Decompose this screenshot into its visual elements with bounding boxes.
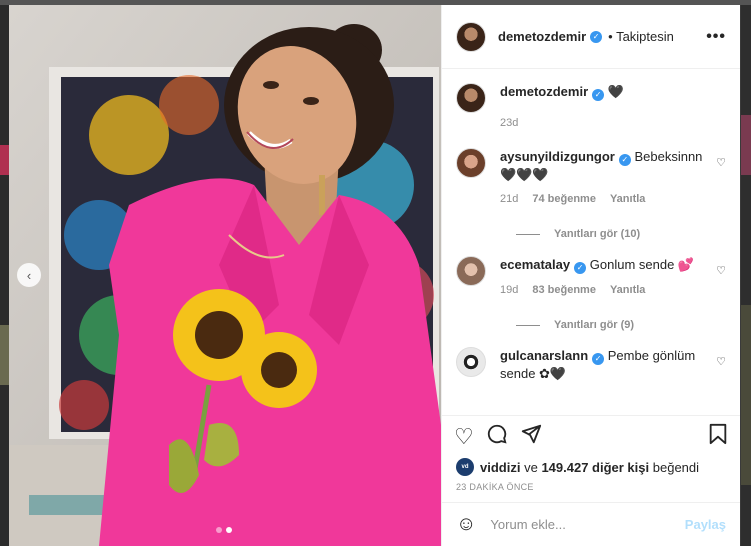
verified-badge-icon: ✓ <box>592 89 605 101</box>
view-replies-button[interactable]: Yanıtları gör (9) <box>516 319 726 331</box>
author-avatar[interactable] <box>456 21 486 52</box>
post-photo[interactable]: ‹ <box>9 5 441 546</box>
author-username[interactable]: demetozdemir <box>498 29 586 44</box>
verified-badge-icon: ✓ <box>574 262 587 274</box>
comment-time[interactable]: 21d <box>500 191 518 208</box>
post-sidebar: demetozdemir ✓ • Takiptesin ••• demetozd… <box>441 5 740 546</box>
comment-username[interactable]: gulcanarslann <box>500 348 588 363</box>
bookmark-save-icon[interactable] <box>708 423 728 451</box>
comment-item: aysunyildizgungor ✓ Bebeksinnn 🖤🖤🖤 21d 74… <box>456 148 726 240</box>
view-replies-button[interactable]: Yanıtları gör (10) <box>516 228 726 240</box>
comment-username[interactable]: aysunyildizgungor <box>500 149 615 164</box>
caption-username[interactable]: demetozdemir <box>500 84 588 99</box>
comment-likes[interactable]: 83 beğenme <box>532 282 596 299</box>
comment-text: Gonlum sende 💕 <box>589 257 695 272</box>
verified-badge-icon: ✓ <box>618 154 631 166</box>
liker-username[interactable]: viddizi <box>480 460 520 475</box>
comment-like-heart-icon[interactable]: ♡ <box>716 355 726 368</box>
caption-time[interactable]: 23d <box>500 115 518 132</box>
carousel-dots <box>216 527 232 533</box>
comment-like-heart-icon[interactable]: ♡ <box>716 264 726 277</box>
add-comment-bar: ☺ Paylaş <box>442 502 740 546</box>
comment-item: ecematalay ✓ Gonlum sende 💕 19d 83 beğenm… <box>456 256 726 331</box>
action-bar: ♡ <box>442 416 740 458</box>
likes-suffix: beğendi <box>652 459 700 475</box>
verified-badge-icon: ✓ <box>592 353 605 365</box>
comment-like-heart-icon[interactable]: ♡ <box>716 156 726 169</box>
comment-username[interactable]: ecematalay <box>500 257 570 272</box>
post-comment-button[interactable]: Paylaş <box>685 517 726 532</box>
comments-list[interactable]: demetozdemir ✓ 🖤 23d aysunyildizgungor ✓ B… <box>442 69 740 416</box>
carousel-dot-active <box>226 527 232 533</box>
liker-avatar[interactable]: vd <box>456 458 474 476</box>
comment-bubble-icon[interactable] <box>486 423 508 451</box>
follow-status[interactable]: • Takiptesin <box>608 29 674 44</box>
backdrop-right-strip <box>741 5 751 546</box>
backdrop-left-strip <box>0 5 9 546</box>
comment-likes[interactable]: 74 beğenme <box>532 191 596 208</box>
post-modal: ‹ demetozdemir ✓ • Takiptesin ••• demeto… <box>9 5 740 546</box>
more-options-icon[interactable]: ••• <box>706 28 726 46</box>
emoji-picker-icon[interactable]: ☺ <box>456 513 476 536</box>
likes-summary: vd viddizi ve 149.427 diğer kişi beğendi <box>442 458 740 476</box>
comment-time[interactable]: 19d <box>500 282 518 299</box>
share-send-icon[interactable] <box>520 423 542 451</box>
post-photo-art <box>9 5 441 546</box>
comment-avatar[interactable] <box>456 148 486 178</box>
comment-input[interactable] <box>490 517 685 532</box>
like-heart-icon[interactable]: ♡ <box>454 424 474 450</box>
carousel-dot <box>216 527 222 533</box>
caption: demetozdemir ✓ 🖤 23d <box>456 83 726 132</box>
likes-connector: ve <box>524 459 538 475</box>
comment-reply-button[interactable]: Yanıtla <box>610 191 645 208</box>
caption-text: 🖤 <box>607 84 624 99</box>
caption-avatar[interactable] <box>456 83 486 113</box>
carousel-prev-button[interactable]: ‹ <box>17 263 41 287</box>
comment-avatar[interactable] <box>456 347 486 377</box>
comment-avatar[interactable] <box>456 256 486 286</box>
comment-reply-button[interactable]: Yanıtla <box>610 282 645 299</box>
post-header: demetozdemir ✓ • Takiptesin ••• <box>442 5 740 69</box>
post-timestamp[interactable]: 23 DAKİKA ÖNCE <box>442 476 740 502</box>
verified-badge-icon: ✓ <box>590 30 603 43</box>
comment-item: gulcanarslann ✓ Pembe gönlüm sende ✿🖤 ♡ <box>456 347 726 382</box>
likes-count[interactable]: 149.427 diğer kişi <box>541 460 649 475</box>
